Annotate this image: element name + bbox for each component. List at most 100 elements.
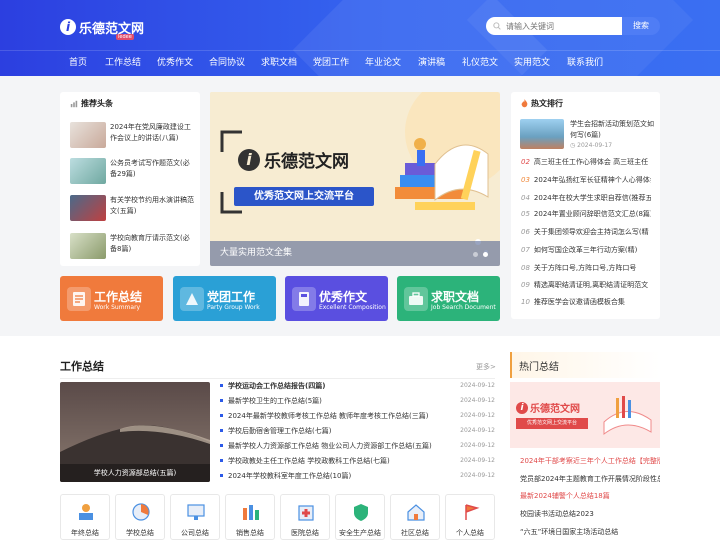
recommend-item-text: 2024年在党风廉政建设工作会议上的讲话(八篇) (110, 123, 191, 142)
recommend-thumb (70, 195, 106, 221)
main-nav: 首页 工作总结 优秀作文 合同协议 求职文档 党团工作 年业论文 演讲稿 礼仪范… (0, 50, 720, 76)
nav-item-composition[interactable]: 优秀作文 (157, 51, 193, 75)
hot-summary-item[interactable]: 党员部2024年主题教育工作开展情况阶段性总结 (520, 473, 660, 485)
category-label: 学校总结 (126, 529, 154, 537)
hot-item[interactable]: 09 精选离职结清证明,离职结清证明范文 (521, 279, 651, 291)
category-label: 医院总结 (291, 529, 319, 537)
bullet-icon (220, 399, 223, 402)
hot-rank-num: 09 (521, 281, 530, 289)
document-icon (67, 287, 91, 311)
hot-summary-item[interactable]: “六五”环境日国家主场活动总结 (520, 526, 660, 538)
nav-item-contract[interactable]: 合同协议 (209, 51, 245, 75)
section-divider (60, 378, 495, 379)
safety-icon (354, 504, 368, 521)
hot-summary-item[interactable]: 最新2024辅警个人总结18篇 (520, 490, 660, 502)
nav-item-speech[interactable]: 演讲稿 (418, 51, 445, 75)
nav-item-practical[interactable]: 实用范文 (514, 51, 550, 75)
hot-item-text: 2024年弘扬红军长征精神个人心得体会 (533, 176, 651, 184)
work-summary-image-caption: 学校人力资源部总结(五篇) (60, 464, 210, 482)
hot-rank-num: 04 (521, 194, 530, 202)
hot-top-date: ◷ 2024-09-17 (570, 142, 612, 149)
search-button[interactable]: 搜索 (622, 17, 660, 35)
hot-item[interactable]: 02 高三班主任工作心得体会 高三班主任 (521, 156, 651, 168)
banner-caption: 大量实用范文全集 (210, 241, 500, 266)
hot-item-text: 高三班主任工作心得体会 高三班主任 (533, 158, 649, 166)
work-summary-more-link[interactable]: 更多> (476, 362, 496, 372)
banner-logo-icon: i (238, 148, 260, 171)
hot-summary-banner[interactable]: i 乐德范文网 优秀范文网上交流平台 (510, 382, 660, 448)
site-logo[interactable]: i 乐德范文网 ledee (60, 14, 144, 40)
tile-subtitle: Excellent Composition (319, 304, 386, 311)
category-school[interactable]: 学校总结 (115, 494, 165, 540)
tile-job-docs[interactable]: 求职文档 Job Search Document (397, 276, 500, 321)
hot-item[interactable]: 10 推荐医学会议邀请函模板合集 (521, 296, 651, 308)
carousel-dot[interactable] (473, 252, 478, 257)
tile-title: 党团工作 (207, 290, 256, 304)
search-icon (493, 22, 501, 30)
recommend-item-text: 公务员考试写作题范文(必备29篇) (110, 159, 190, 178)
bullet-icon (220, 414, 223, 417)
work-summary-list-item[interactable]: 学校后勤宿舍管理工作总结(七篇) 2024-09-12 (220, 425, 495, 437)
work-summary-image[interactable]: 学校人力资源部总结(五篇) (60, 382, 210, 482)
hot-summary-item[interactable]: 校园读书活动总结2023 (520, 508, 660, 520)
category-hospital[interactable]: 医院总结 (280, 494, 330, 540)
nav-item-work-summary[interactable]: 工作总结 (105, 51, 141, 75)
work-summary-list-item[interactable]: 学校运动会工作总结报告(四篇) 2024-09-12 (220, 380, 495, 392)
work-summary-list-item[interactable]: 2024年学校教科室年度工作总结(10篇) 2024-09-12 (220, 470, 495, 482)
hot-item[interactable]: 07 如何写国企改革三年行动方案(精) (521, 244, 651, 256)
bar-chart-icon (70, 100, 78, 107)
hot-summary-item[interactable]: 2024年干部考察近三年个人工作总结【完整版】 (520, 455, 660, 467)
personal-icon (465, 504, 480, 520)
recommend-item[interactable]: 学校向教育厅请示范文(必备8篇) (70, 233, 194, 259)
work-summary-list-item[interactable]: 学校政教处主任工作总结 学校政教科工作总结(七篇) 2024-09-12 (220, 455, 495, 467)
category-year-end[interactable]: 年终总结 (60, 494, 110, 540)
tile-party-work[interactable]: 党团工作 Party Group Work (173, 276, 276, 321)
hot-item[interactable]: 05 2024年置业顾问辞职信范文汇总(8篇) (521, 208, 651, 220)
nav-item-etiquette[interactable]: 礼仪范文 (462, 51, 498, 75)
recommend-item[interactable]: 公务员考试写作题范文(必备29篇) (70, 158, 194, 184)
bullet-icon (220, 429, 223, 432)
hot-item[interactable]: 04 2024年在校大学生求职自荐信(推荐五篇) (521, 192, 651, 204)
books-illustration (603, 396, 652, 436)
nav-item-thesis[interactable]: 年业论文 (365, 51, 401, 75)
list-item-text: 最新学校人力资源部工作总结 物业公司人力资源部工作总结(五篇) (228, 442, 432, 450)
hot-item-text: 如何写国企改革三年行动方案(精) (533, 246, 638, 254)
recommend-item[interactable]: 有关学校节约用水演讲稿范文(五篇) (70, 195, 194, 221)
book-icon (292, 287, 316, 311)
list-item-date: 2024-09-12 (460, 397, 495, 404)
nav-item-home[interactable]: 首页 (69, 51, 87, 75)
hot-top-text[interactable]: 学生会招新活动策划范文如何写(6篇) (570, 119, 654, 141)
tile-work-summary[interactable]: 工作总结 Work Summary (60, 276, 163, 321)
logo-i-icon: i (60, 19, 76, 35)
hot-ranking-title: 热文排行 (521, 98, 563, 109)
category-company[interactable]: 公司总结 (170, 494, 220, 540)
recommend-item[interactable]: 2024年在党风廉政建设工作会议上的讲话(八篇) (70, 122, 194, 148)
hot-top-thumb[interactable] (520, 119, 564, 149)
hot-summary-banner-logo-text: 乐德范文网 (530, 404, 580, 415)
recommend-thumb (70, 233, 106, 259)
tile-composition[interactable]: 优秀作文 Excellent Composition (285, 276, 388, 321)
hot-item[interactable]: 08 关于方阵口号,方阵口号,方阵口号 (521, 262, 651, 274)
list-item-text: 最新学校卫生的工作总结(5篇) (228, 397, 322, 405)
work-summary-list-item[interactable]: 2024年最新学校教师考核工作总结 教师年度考核工作总结(三篇) 2024-09-… (220, 410, 495, 422)
work-summary-list-item[interactable]: 最新学校卫生的工作总结(5篇) 2024-09-12 (220, 395, 495, 407)
hero-banner[interactable]: i 乐德范文网 优秀范文网上交流平台 大量实用范文全集 (210, 92, 500, 266)
hot-summary-banner-logo: i 乐德范文网 (516, 400, 580, 415)
category-community[interactable]: 社区总结 (390, 494, 440, 540)
search-input[interactable] (506, 21, 616, 31)
nav-item-contact[interactable]: 联系我们 (567, 51, 603, 75)
tile-subtitle: Job Search Document (431, 304, 496, 311)
category-personal[interactable]: 个人总结 (445, 494, 495, 540)
hot-rank-num: 10 (521, 298, 530, 306)
hot-item[interactable]: 03 2024年弘扬红军长征精神个人心得体会 (521, 174, 651, 186)
work-summary-title: 工作总结 (60, 360, 104, 373)
category-safety[interactable]: 安全生产总结 (335, 494, 385, 540)
school-icon (132, 503, 150, 521)
work-summary-list-item[interactable]: 最新学校人力资源部工作总结 物业公司人力资源部工作总结(五篇) 2024-09-1… (220, 440, 495, 452)
hot-item[interactable]: 06 关于集团领导欢迎会主持词怎么写(精 (521, 226, 651, 238)
nav-item-party-work[interactable]: 党团工作 (313, 51, 349, 75)
nav-item-job-docs[interactable]: 求职文档 (261, 51, 297, 75)
carousel-dot-active[interactable] (483, 252, 488, 257)
list-item-date: 2024-09-12 (460, 382, 495, 389)
category-sales[interactable]: 销售总结 (225, 494, 275, 540)
